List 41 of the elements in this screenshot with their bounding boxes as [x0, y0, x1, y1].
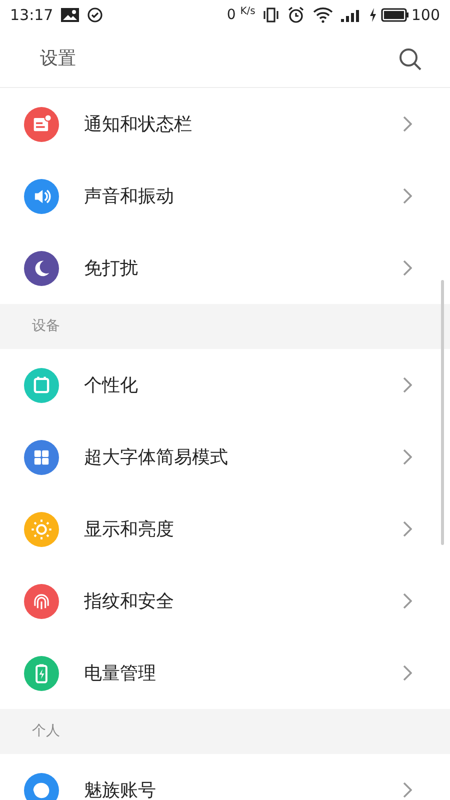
item-label: 电量管理 — [84, 662, 157, 686]
item-label: 超大字体简易模式 — [84, 446, 229, 470]
chevron-right-icon — [402, 116, 412, 132]
wifi-icon — [313, 7, 334, 23]
chevron-right-icon — [402, 782, 412, 798]
search-icon[interactable] — [398, 46, 422, 70]
settings-item[interactable]: 声音和振动 — [0, 160, 450, 232]
section-title: 个人 — [32, 722, 60, 741]
check-circle-icon — [87, 7, 104, 23]
vibrate-icon — [263, 7, 280, 23]
item-label: 免打扰 — [84, 256, 139, 280]
settings-item[interactable]: 个性化 — [0, 349, 450, 421]
item-label: 显示和亮度 — [84, 518, 175, 542]
picture-notification-icon — [61, 8, 80, 22]
chevron-right-icon — [402, 449, 412, 465]
item-label: 魅族账号 — [84, 778, 157, 800]
chevron-right-icon — [402, 260, 412, 276]
chevron-right-icon — [402, 377, 412, 393]
item-label: 指纹和安全 — [84, 590, 175, 614]
settings-item[interactable]: 指纹和安全 — [0, 565, 450, 637]
chevron-right-icon — [402, 188, 412, 204]
item-label: 个性化 — [84, 374, 139, 398]
status-time: 13:17 — [10, 4, 54, 26]
battery-percent: 100 — [411, 4, 440, 26]
charging-bolt-icon — [369, 8, 378, 22]
network-speed: 0 $^{K/s}$ — [226, 4, 256, 24]
settings-item[interactable]: 魅族账号 — [0, 754, 450, 800]
page-title: 设置 — [40, 47, 76, 71]
chevron-right-icon — [402, 593, 412, 609]
settings-item[interactable]: 免打扰 — [0, 232, 450, 304]
alarm-icon — [287, 6, 306, 24]
settings-item[interactable]: 超大字体简易模式 — [0, 421, 450, 493]
chevron-right-icon — [402, 521, 412, 537]
settings-item[interactable]: 通知和状态栏 — [0, 88, 450, 160]
item-label: 通知和状态栏 — [84, 112, 193, 136]
section-title: 设备 — [32, 317, 60, 336]
settings-item[interactable]: 电量管理 — [0, 637, 450, 709]
battery-icon — [381, 8, 410, 22]
settings-item[interactable]: 显示和亮度 — [0, 493, 450, 565]
chevron-right-icon — [402, 665, 412, 681]
item-label: 声音和振动 — [84, 184, 175, 208]
